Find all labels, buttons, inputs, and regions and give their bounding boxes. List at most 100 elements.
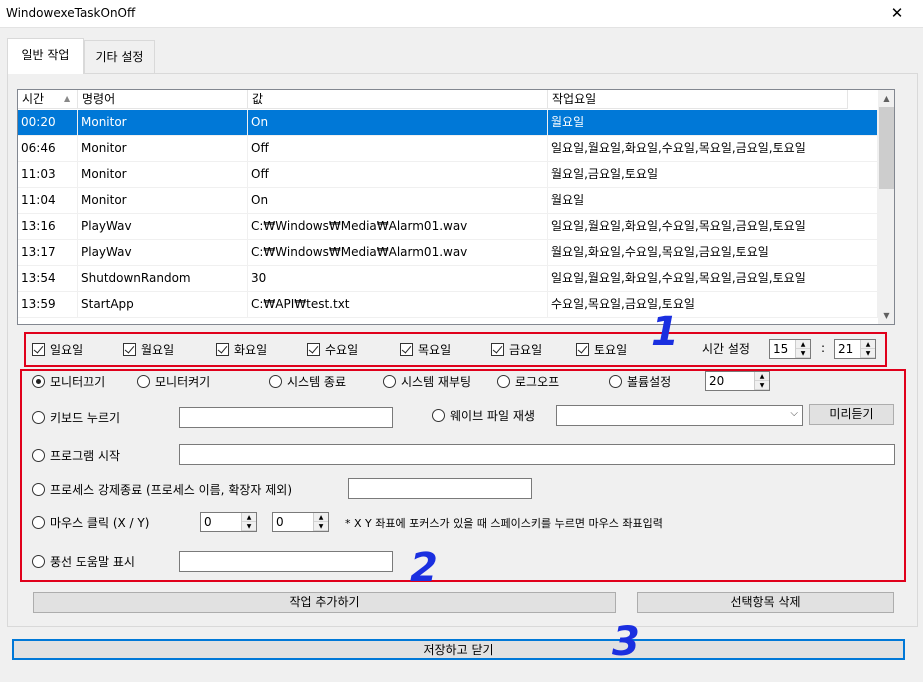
wave-file-select[interactable]: ⌵ [556, 405, 803, 426]
day-checkbox[interactable]: 월요일 [123, 341, 174, 358]
radio-monitor-off[interactable]: 모니터끄기 [32, 373, 105, 390]
cell-value: 30 [248, 266, 548, 292]
day-checkbox[interactable]: 목요일 [400, 341, 451, 358]
tab-general[interactable]: 일반 작업 [7, 38, 84, 74]
day-checkbox[interactable]: 수요일 [307, 341, 358, 358]
radio-dot [497, 375, 510, 388]
radio-volume[interactable]: 볼륨설정 [609, 373, 671, 390]
close-icon[interactable]: ✕ [872, 0, 922, 28]
checkbox-checked [491, 343, 504, 356]
cell-command: PlayWav [78, 214, 248, 240]
checkbox-checked [576, 343, 589, 356]
spin-up-icon[interactable]: ▲ [755, 372, 769, 381]
radio-dot [32, 555, 45, 568]
table-row[interactable]: 13:59 StartApp C:₩API₩test.txt 수요일,목요일,금요일,… [18, 292, 878, 318]
spin-up-icon[interactable]: ▲ [796, 340, 810, 349]
radio-kill-process[interactable]: 프로세스 강제종료 (프로세스 이름, 확장자 제외) [32, 481, 292, 498]
scroll-down-icon[interactable]: ▼ [878, 307, 894, 324]
cell-command: Monitor [78, 162, 248, 188]
tab-other-settings[interactable]: 기타 설정 [84, 40, 155, 74]
save-close-button[interactable]: 저장하고 닫기 [12, 639, 905, 660]
preview-button[interactable]: 미리듣기 [809, 404, 894, 425]
keyboard-input[interactable] [179, 407, 393, 428]
cell-days: 월요일,화요일,수요일,목요일,금요일,토요일 [548, 240, 878, 266]
cell-time: 13:59 [18, 292, 78, 318]
cell-command: Monitor [78, 188, 248, 214]
annotation-number-2: 2 [410, 545, 438, 591]
column-header-value[interactable]: 값 [248, 90, 548, 109]
task-list[interactable]: 시간 ▲ 명령어 값 작업요일 00:20 Monitor On 월요일 06:46 Mo… [17, 89, 895, 325]
scroll-up-icon[interactable]: ▲ [878, 90, 894, 107]
spin-up-icon[interactable]: ▲ [242, 513, 256, 522]
column-header-days[interactable]: 작업요일 [548, 90, 848, 109]
hour-stepper[interactable]: 15 ▲ ▼ [769, 339, 811, 359]
cell-days: 일요일,월요일,화요일,수요일,목요일,금요일,토요일 [548, 266, 878, 292]
day-checkbox[interactable]: 화요일 [216, 341, 267, 358]
list-scrollbar[interactable]: ▲ ▼ [878, 90, 894, 324]
table-row[interactable]: 06:46 Monitor Off 일요일,월요일,화요일,수요일,목요일,금요일,토… [18, 136, 878, 162]
day-checkbox[interactable]: 토요일 [576, 341, 627, 358]
mouse-x-stepper[interactable]: 0 ▲ ▼ [200, 512, 257, 532]
cell-time: 13:17 [18, 240, 78, 266]
title-bar: WindowexeTaskOnOff ✕ [0, 0, 923, 28]
mouse-y-stepper[interactable]: 0 ▲ ▼ [272, 512, 329, 532]
radio-monitor-on[interactable]: 모니터켜기 [137, 373, 210, 390]
radio-dot [32, 449, 45, 462]
annotation-box-2 [20, 369, 906, 582]
table-row[interactable]: 13:16 PlayWav C:₩Windows₩Media₩Alarm01.wav… [18, 214, 878, 240]
cell-time: 13:54 [18, 266, 78, 292]
spin-down-icon[interactable]: ▼ [861, 349, 875, 358]
radio-dot [432, 409, 445, 422]
balloon-text-input[interactable] [179, 551, 393, 572]
checkbox-checked [400, 343, 413, 356]
table-row[interactable]: 11:03 Monitor Off 월요일,금요일,토요일 [18, 162, 878, 188]
spin-down-icon[interactable]: ▼ [314, 522, 328, 531]
spin-down-icon[interactable]: ▼ [755, 381, 769, 390]
cell-value: On [248, 110, 548, 136]
cell-days: 일요일,월요일,화요일,수요일,목요일,금요일,토요일 [548, 214, 878, 240]
mouse-hint-text: * X Y 좌표에 포커스가 있을 때 스페이스키를 누르면 마우스 좌표입력 [345, 517, 663, 530]
day-checkbox[interactable]: 일요일 [32, 341, 83, 358]
cell-days: 월요일 [548, 188, 878, 214]
cell-time: 11:04 [18, 188, 78, 214]
radio-dot [269, 375, 282, 388]
cell-value: C:₩Windows₩Media₩Alarm01.wav [248, 214, 548, 240]
radio-logoff[interactable]: 로그오프 [497, 373, 559, 390]
spin-down-icon[interactable]: ▼ [242, 522, 256, 531]
radio-shutdown[interactable]: 시스템 종료 [269, 373, 346, 390]
volume-stepper[interactable]: 20 ▲ ▼ [705, 371, 770, 391]
add-task-button[interactable]: 작업 추가하기 [33, 592, 616, 613]
cell-time: 11:03 [18, 162, 78, 188]
window-title: WindowexeTaskOnOff [6, 6, 136, 20]
annotation-number-1: 1 [651, 309, 679, 355]
checkbox-checked [307, 343, 320, 356]
day-checkbox[interactable]: 금요일 [491, 341, 542, 358]
delete-selected-button[interactable]: 선택항목 삭제 [637, 592, 894, 613]
scroll-thumb[interactable] [879, 107, 894, 189]
spin-up-icon[interactable]: ▲ [314, 513, 328, 522]
column-header-command[interactable]: 명령어 [78, 90, 248, 109]
radio-dot [32, 483, 45, 496]
radio-reboot[interactable]: 시스템 재부팅 [383, 373, 471, 390]
spin-up-icon[interactable]: ▲ [861, 340, 875, 349]
radio-mouse-click[interactable]: 마우스 클릭 (X / Y) [32, 514, 149, 531]
cell-value: Off [248, 136, 548, 162]
cell-command: StartApp [78, 292, 248, 318]
radio-wave[interactable]: 웨이브 파일 재생 [432, 407, 535, 424]
table-row[interactable]: 11:04 Monitor On 월요일 [18, 188, 878, 214]
radio-start-program[interactable]: 프로그램 시작 [32, 447, 120, 464]
table-row[interactable]: 00:20 Monitor On 월요일 [18, 110, 878, 136]
process-name-input[interactable] [348, 478, 532, 499]
checkbox-checked [216, 343, 229, 356]
cell-value: Off [248, 162, 548, 188]
column-header-time[interactable]: 시간 ▲ [18, 90, 78, 109]
cell-time: 00:20 [18, 110, 78, 136]
time-setting-label: 시간 설정 [702, 342, 750, 356]
program-path-input[interactable] [179, 444, 895, 465]
spin-down-icon[interactable]: ▼ [796, 349, 810, 358]
table-row[interactable]: 13:17 PlayWav C:₩Windows₩Media₩Alarm01.wav… [18, 240, 878, 266]
radio-keyboard[interactable]: 키보드 누르기 [32, 409, 120, 426]
table-row[interactable]: 13:54 ShutdownRandom 30 일요일,월요일,화요일,수요일,목요일… [18, 266, 878, 292]
minute-stepper[interactable]: 21 ▲ ▼ [834, 339, 876, 359]
radio-balloon-tip[interactable]: 풍선 도움말 표시 [32, 553, 135, 570]
